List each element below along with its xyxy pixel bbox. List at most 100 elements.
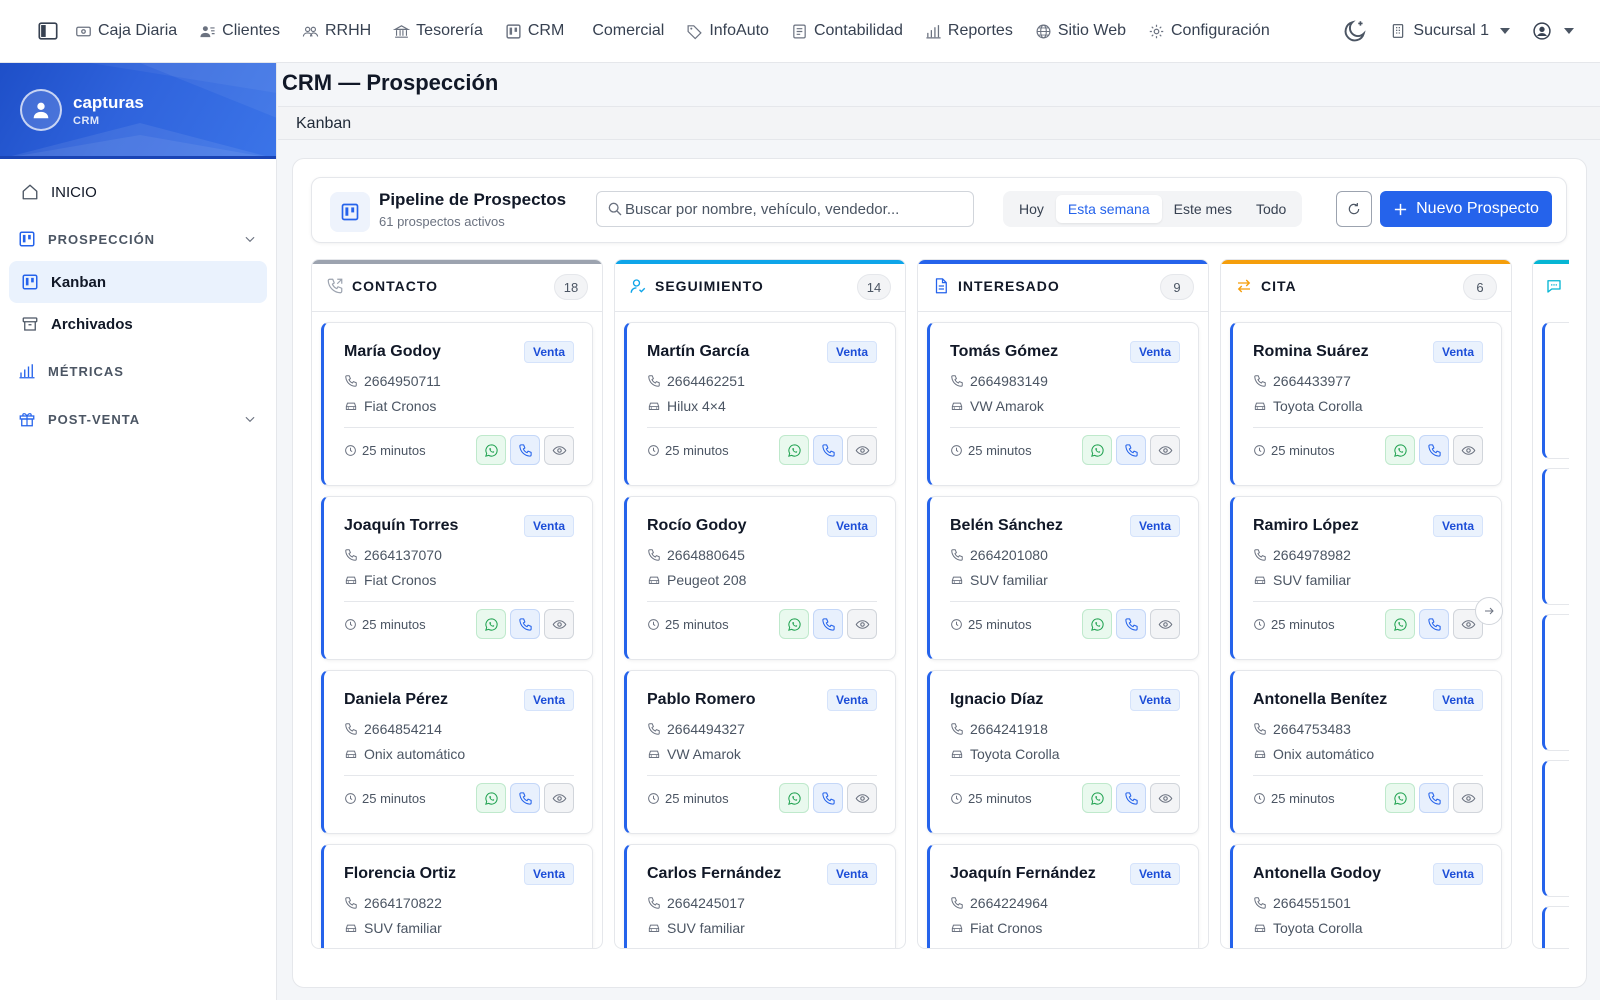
call-button[interactable] xyxy=(813,609,843,639)
theme-toggle-moon-icon[interactable] xyxy=(1342,18,1368,44)
filter-todo[interactable]: Todo xyxy=(1244,195,1298,223)
sidebar-toggle-icon[interactable] xyxy=(35,20,61,42)
nav-item-tesoreria[interactable]: Tesorería xyxy=(393,22,483,40)
nav-item-caja-diaria[interactable]: Caja Diaria xyxy=(75,22,177,40)
filter-esta-semana[interactable]: Esta semana xyxy=(1055,195,1162,223)
whatsapp-button[interactable] xyxy=(1385,435,1415,465)
view-button[interactable] xyxy=(1150,435,1180,465)
kanban-card[interactable]: Antonella Benítez Venta 2664753483 Onix aut… xyxy=(1230,670,1502,834)
kanban-card-partial[interactable] xyxy=(1542,322,1569,459)
call-button[interactable] xyxy=(1116,609,1146,639)
kanban-card-partial[interactable] xyxy=(1542,906,1569,948)
whatsapp-button[interactable] xyxy=(1082,609,1112,639)
kanban-card-partial[interactable] xyxy=(1542,468,1569,605)
nav-item-clientes[interactable]: Clientes xyxy=(199,22,280,40)
column-title: INTERESADO xyxy=(958,277,1060,294)
search-box xyxy=(596,191,974,227)
kanban-card[interactable]: Ignacio Díaz Venta 2664241918 Toyota Coroll… xyxy=(927,670,1199,834)
call-button[interactable] xyxy=(1419,783,1449,813)
view-button[interactable] xyxy=(1453,783,1483,813)
call-button[interactable] xyxy=(1116,783,1146,813)
view-button[interactable] xyxy=(544,609,574,639)
nav-item-sitio-web[interactable]: Sitio Web xyxy=(1035,22,1126,40)
call-button[interactable] xyxy=(510,783,540,813)
kanban-card[interactable]: Joaquín Fernández Venta 2664224964 Fiat Cro… xyxy=(927,844,1199,948)
view-button[interactable] xyxy=(847,435,877,465)
kanban-card[interactable]: Joaquín Torres Venta 2664137070 Fiat Cronos… xyxy=(321,496,593,660)
phone-icon xyxy=(1124,443,1139,458)
card-divider xyxy=(344,601,574,602)
view-button[interactable] xyxy=(1150,783,1180,813)
avatar[interactable] xyxy=(20,89,62,131)
new-prospect-button[interactable]: Nuevo Prospecto xyxy=(1380,191,1552,227)
branch-selector[interactable]: Sucursal 1 xyxy=(1390,22,1510,40)
call-button[interactable] xyxy=(510,609,540,639)
nav-item-reportes[interactable]: Reportes xyxy=(925,22,1013,40)
kanban-card[interactable]: Belén Sánchez Venta 2664201080 SUV familiar… xyxy=(927,496,1199,660)
kanban-card[interactable]: María Godoy Venta 2664950711 Fiat Cronos 25 … xyxy=(321,322,593,486)
filter-este-mes[interactable]: Este mes xyxy=(1162,195,1244,223)
phone-icon xyxy=(518,791,533,806)
sidebar-item-kanban[interactable]: Kanban xyxy=(9,261,267,303)
whatsapp-button[interactable] xyxy=(1385,783,1415,813)
view-button[interactable] xyxy=(847,609,877,639)
breadcrumb-item[interactable]: Kanban xyxy=(296,115,351,133)
whatsapp-button[interactable] xyxy=(476,609,506,639)
call-button[interactable] xyxy=(1419,435,1449,465)
nav-item-infoauto[interactable]: InfoAuto xyxy=(686,22,769,40)
call-button[interactable] xyxy=(813,435,843,465)
eye-icon xyxy=(1158,791,1173,806)
whatsapp-button[interactable] xyxy=(779,435,809,465)
whatsapp-button[interactable] xyxy=(476,435,506,465)
sidebar-section-postventa[interactable]: POST-VENTA xyxy=(9,397,267,441)
whatsapp-button[interactable] xyxy=(1082,783,1112,813)
call-button[interactable] xyxy=(510,435,540,465)
kanban-card[interactable]: Florencia Ortiz Venta 2664170822 SUV famili… xyxy=(321,844,593,948)
nav-item-rrhh[interactable]: RRHH xyxy=(302,22,371,40)
whatsapp-button[interactable] xyxy=(1082,435,1112,465)
refresh-button[interactable] xyxy=(1336,191,1372,227)
kanban-card[interactable]: Antonella Godoy Venta 2664551501 Toyota Cor… xyxy=(1230,844,1502,948)
filter-hoy[interactable]: Hoy xyxy=(1007,195,1056,223)
call-button[interactable] xyxy=(1419,609,1449,639)
kanban-card[interactable]: Martín García Venta 2664462251 Hilux 4×4 25 … xyxy=(624,322,896,486)
nav-item-contabilidad[interactable]: Contabilidad xyxy=(791,22,903,40)
call-button[interactable] xyxy=(1116,435,1146,465)
nav-item-label: InfoAuto xyxy=(709,22,769,39)
bar-chart-icon xyxy=(925,23,942,40)
kanban-card-partial[interactable] xyxy=(1542,614,1569,751)
view-button[interactable] xyxy=(847,783,877,813)
nav-item-comercial[interactable]: Comercial xyxy=(592,22,664,40)
whatsapp-button[interactable] xyxy=(779,783,809,813)
kanban-card[interactable]: Carlos Fernández Venta 2664245017 SUV famil… xyxy=(624,844,896,948)
elapsed-time: 25 minutos xyxy=(950,791,1032,806)
elapsed-time-text: 25 minutos xyxy=(1271,791,1335,806)
scroll-right-button[interactable] xyxy=(1475,597,1503,625)
call-button[interactable] xyxy=(813,783,843,813)
search-input[interactable] xyxy=(625,200,965,218)
kanban-card-partial[interactable] xyxy=(1542,760,1569,897)
nav-item-configuracion[interactable]: Configuración xyxy=(1148,22,1270,40)
sidebar-section-prospeccion[interactable]: PROSPECCIÓN xyxy=(9,217,267,261)
kanban-card[interactable]: Tomás Gómez Venta 2664983149 VW Amarok 25 mi… xyxy=(927,322,1199,486)
user-role: CRM xyxy=(73,115,100,127)
nav-item-crm[interactable]: CRM xyxy=(505,22,564,40)
plus-icon xyxy=(1393,202,1408,217)
vehicle-name: Toyota Corolla xyxy=(970,746,1060,762)
sidebar-item-archivados[interactable]: Archivados xyxy=(9,303,267,345)
kanban-card[interactable]: Daniela Pérez Venta 2664854214 Onix automát… xyxy=(321,670,593,834)
kanban-card[interactable]: Romina Suárez Venta 2664433977 Toyota Corol… xyxy=(1230,322,1502,486)
whatsapp-button[interactable] xyxy=(476,783,506,813)
whatsapp-button[interactable] xyxy=(779,609,809,639)
user-menu[interactable] xyxy=(1532,21,1574,41)
sidebar-section-metricas[interactable]: MÉTRICAS xyxy=(9,349,267,393)
view-button[interactable] xyxy=(1453,435,1483,465)
view-button[interactable] xyxy=(544,783,574,813)
kanban-card[interactable]: Ramiro López Venta 2664978982 SUV familiar 2… xyxy=(1230,496,1502,660)
view-button[interactable] xyxy=(1150,609,1180,639)
kanban-card[interactable]: Pablo Romero Venta 2664494327 VW Amarok 25 m… xyxy=(624,670,896,834)
whatsapp-button[interactable] xyxy=(1385,609,1415,639)
kanban-card[interactable]: Rocío Godoy Venta 2664880645 Peugeot 208 25 … xyxy=(624,496,896,660)
view-button[interactable] xyxy=(544,435,574,465)
sidebar-item-inicio[interactable]: INICIO xyxy=(9,171,267,213)
